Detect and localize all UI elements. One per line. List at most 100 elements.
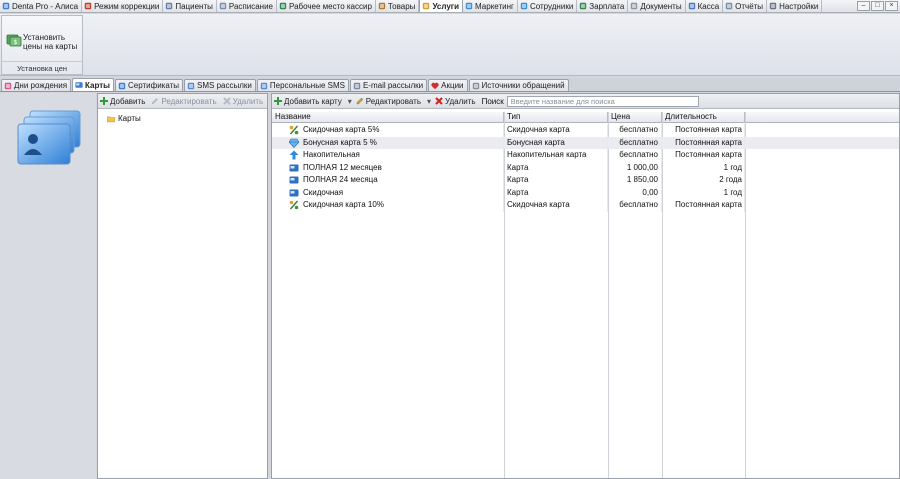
grid-body: Скидочная карта 5% Скидочная карта бесплат… [272, 124, 899, 212]
edit-card-button[interactable]: Редактировать [356, 97, 421, 106]
menu-item-label: Настройки [779, 1, 819, 11]
email-icon [353, 82, 361, 89]
menu-item-9[interactable]: Зарплата [577, 0, 629, 12]
cell-price: бесплатно [608, 124, 662, 137]
cell-name-text: ПОЛНАЯ 24 месяца [303, 175, 378, 184]
menu-item-0[interactable]: Denta Pro - Алиса [0, 0, 83, 12]
cell-type: Скидочная карта [504, 124, 608, 137]
menu-item-4[interactable]: Рабочее место кассир [277, 0, 376, 12]
documents-icon [631, 2, 638, 10]
menu-item-8[interactable]: Сотрудники [518, 0, 578, 12]
cell-duration: 1 год [662, 186, 745, 199]
cell-type: Бонусная карта [504, 136, 608, 149]
cell-price: 1 850,00 [608, 174, 662, 187]
cell-name-text: Скидочная [303, 187, 344, 197]
column-header-name[interactable]: Название [272, 112, 504, 122]
cell-duration: Постоянная карта [662, 199, 745, 212]
tree-toolbar: Добавить Редактировать Удалить [98, 94, 267, 109]
menu-item-1[interactable]: Режим коррекции [82, 0, 164, 12]
tab-5[interactable]: E-mail рассылки [349, 79, 428, 91]
menu-item-5[interactable]: Товары [376, 0, 420, 12]
menu-item-7[interactable]: Маркетинг [463, 0, 518, 12]
close-button[interactable]: × [885, 1, 898, 11]
table-row[interactable]: ПОЛНАЯ 24 месяца Карта 1 850,00 2 года [272, 174, 899, 187]
table-row[interactable]: Скидочная Карта 0,00 1 год [272, 186, 899, 199]
tree-item-label: Карты [118, 114, 141, 123]
percent-icon [289, 200, 299, 210]
set-card-prices-label-line2: цены на карты [23, 42, 78, 51]
menu-item-2[interactable]: Пациенты [163, 0, 217, 12]
tree-add-button[interactable]: Добавить [100, 97, 145, 106]
tab-7[interactable]: Источники обращений [468, 79, 569, 91]
price-tag-icon: $ [6, 34, 22, 47]
arrow-up-icon [289, 150, 299, 160]
cell-name: ПОЛНАЯ 12 месяцев [272, 161, 504, 174]
tree-edit-button[interactable]: Редактировать [151, 97, 217, 106]
svg-text:$: $ [14, 39, 18, 46]
cell-type: Скидочная карта [504, 199, 608, 212]
top-menu-bar: Denta Pro - Алиса Режим коррекции Пациенты… [0, 0, 900, 13]
menu-item-label: Касса [697, 1, 720, 11]
menu-item-13[interactable]: Настройки [767, 0, 823, 12]
reports-icon [725, 2, 733, 10]
cell-name: Бонусная карта 5 % [272, 136, 504, 149]
diamond-icon [289, 138, 299, 148]
search-input[interactable] [506, 95, 699, 107]
menu-item-12[interactable]: Отчёты [723, 0, 768, 12]
cell-type: Карта [504, 161, 608, 174]
cell-type: Накопительная карта [504, 149, 608, 162]
tree-item-cards[interactable]: Карты [107, 113, 267, 124]
minimize-button[interactable]: – [857, 1, 870, 11]
patients-icon [166, 2, 173, 10]
column-header-price[interactable]: Цена [608, 112, 662, 122]
set-card-prices-button[interactable]: $ Установить цены на карты [6, 18, 80, 60]
tab-label: SMS рассылки [197, 81, 252, 90]
goods-icon [378, 2, 386, 10]
edit-card-dropdown-icon[interactable]: ▾ [427, 97, 431, 106]
add-card-button[interactable]: Добавить карту [274, 97, 342, 106]
cell-price: 0,00 [608, 186, 662, 199]
cashier-icon [279, 2, 287, 10]
menu-item-11[interactable]: Касса [686, 0, 724, 12]
tab-label: Дни рождения [14, 81, 68, 90]
table-row[interactable]: Накопительная Накопительная карта бесплатн… [272, 149, 899, 162]
menu-item-3[interactable]: Расписание [217, 0, 277, 12]
menu-item-label: Режим коррекции [94, 1, 160, 11]
tab-1[interactable]: Карты [72, 78, 114, 91]
cards-illustration-pane [0, 93, 96, 479]
tree-add-label: Добавить [110, 96, 146, 106]
plus-icon [274, 97, 282, 105]
grid-header: Название Тип Цена Длительность [272, 112, 899, 123]
maximize-button[interactable]: □ [871, 1, 884, 11]
tab-label: E-mail рассылки [362, 81, 424, 90]
add-card-dropdown-icon[interactable]: ▾ [348, 97, 352, 106]
tree-delete-button[interactable]: Удалить [222, 97, 263, 106]
pencil-icon [356, 97, 364, 105]
tab-4[interactable]: Персональные SMS [256, 79, 349, 91]
heart-icon [431, 82, 439, 89]
cash-register-icon [688, 2, 695, 10]
grid-toolbar: Добавить карту ▾ Редактировать ▾ Удалить… [272, 94, 899, 109]
card-groups-panel: Добавить Редактировать Удалить Карты [97, 93, 268, 479]
menu-item-10[interactable]: Документы [628, 0, 686, 12]
delete-x-icon [435, 97, 443, 105]
menu-item-label: Denta Pro - Алиса [12, 1, 79, 11]
delete-card-button[interactable]: Удалить [435, 97, 476, 106]
tab-3[interactable]: SMS рассылки [184, 79, 256, 91]
ribbon: $ Установить цены на карты Установка цен [0, 14, 900, 76]
cell-name-text: ПОЛНАЯ 12 месяцев [303, 162, 382, 172]
column-header-type[interactable]: Тип [504, 112, 608, 122]
tab-0[interactable]: Дни рождения [1, 79, 72, 91]
table-row[interactable]: Скидочная карта 10% Скидочная карта беспла… [272, 199, 899, 212]
table-row[interactable]: ПОЛНАЯ 12 месяцев Карта 1 000,00 1 год [272, 161, 899, 174]
menu-item-label: Услуги [432, 1, 460, 11]
edit-mode-icon [84, 2, 92, 10]
search-label: Поиск [481, 96, 504, 106]
column-header-duration[interactable]: Длительность [662, 112, 745, 122]
table-row[interactable]: Скидочная карта 5% Скидочная карта бесплат… [272, 124, 899, 137]
table-row[interactable]: Бонусная карта 5 % Бонусная карта бесплатн… [272, 136, 899, 149]
set-card-prices-label: Установить цены на карты [23, 33, 77, 51]
tab-6[interactable]: Акции [428, 79, 468, 91]
menu-item-6[interactable]: Услуги [419, 0, 464, 12]
tab-2[interactable]: Сертификаты [115, 79, 184, 91]
